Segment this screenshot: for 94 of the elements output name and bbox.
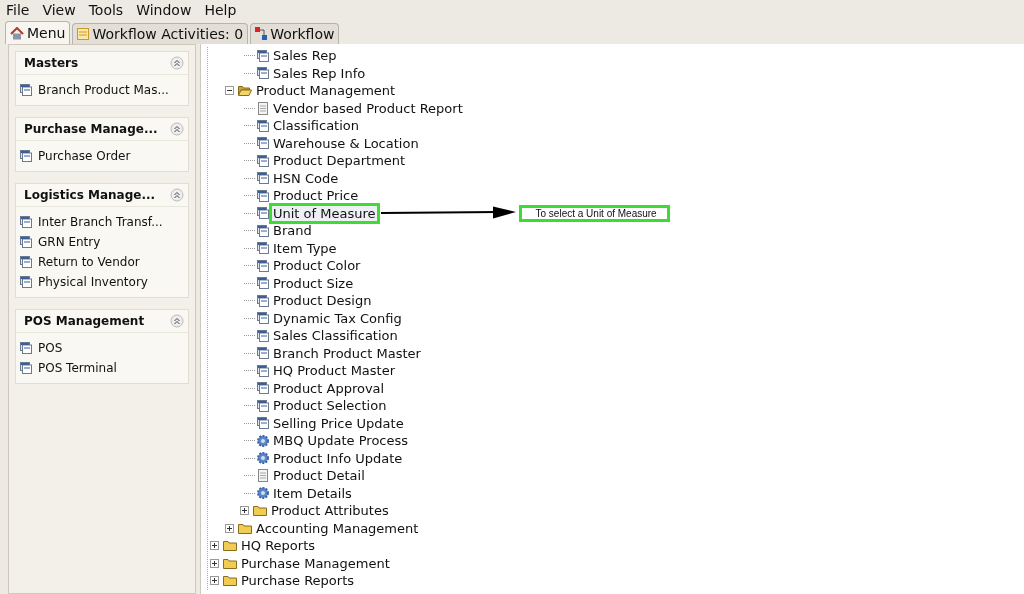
tree-item[interactable]: Branch Product Master — [272, 345, 422, 361]
tree-item[interactable]: Unit of Measure — [272, 205, 377, 221]
tree-item[interactable]: Product Department — [272, 153, 407, 169]
form-icon — [257, 172, 269, 185]
tree-item[interactable]: Product Selection — [272, 398, 388, 414]
tree-item[interactable]: Product Approval — [272, 380, 386, 396]
form-icon — [20, 235, 32, 248]
menu-link[interactable]: Inter Branch Transf... — [38, 214, 163, 229]
home-icon — [10, 26, 24, 40]
tree-item[interactable]: Sales Rep — [272, 48, 338, 64]
tab[interactable]: Workflow — [250, 23, 340, 44]
menu-link[interactable]: Physical Inventory — [38, 274, 148, 289]
form-icon — [257, 347, 269, 360]
tree-item[interactable]: Product Size — [272, 275, 355, 291]
collapse-icon[interactable] — [225, 86, 234, 96]
form-icon — [257, 224, 269, 237]
form-icon — [257, 189, 269, 202]
form-icon — [257, 417, 269, 430]
tree-item[interactable]: Product Management — [255, 83, 397, 99]
menu-link[interactable]: Purchase Order — [38, 148, 131, 163]
tree-item[interactable]: Product Attributes — [270, 503, 390, 519]
form-icon — [257, 67, 269, 80]
form-icon — [257, 119, 269, 132]
tree-item[interactable]: Accounting Management — [255, 520, 420, 536]
document-icon — [257, 469, 269, 483]
callout-note: To select a Unit of Measure — [518, 204, 670, 222]
form-icon — [257, 277, 269, 290]
tree-item[interactable]: Item Details — [272, 485, 353, 501]
menu-link[interactable]: Branch Product Mas... — [38, 82, 169, 97]
section-title: Purchase Manage... — [24, 122, 158, 136]
expand-icon[interactable] — [240, 506, 249, 516]
form-icon — [257, 242, 269, 255]
document-icon — [257, 101, 269, 115]
tree-item[interactable]: HQ Product Master — [272, 363, 397, 379]
form-icon — [257, 137, 269, 150]
tree-item[interactable]: Selling Price Update — [272, 415, 405, 431]
tree-item[interactable]: Product Info Update — [272, 450, 404, 466]
tree-item[interactable]: Brand — [272, 223, 313, 239]
form-icon — [257, 382, 269, 395]
tree-item[interactable]: Product Design — [272, 293, 373, 309]
tree-item[interactable]: Item Type — [272, 240, 338, 256]
gear-icon — [257, 452, 269, 465]
gear-icon — [257, 434, 269, 447]
tree-item[interactable]: Purchase Management — [240, 555, 391, 571]
menu-item[interactable]: File — [6, 1, 30, 18]
tree-item[interactable]: HQ Reports — [240, 538, 316, 554]
expand-icon[interactable] — [210, 541, 219, 551]
menu-link[interactable]: Return to Vendor — [38, 254, 140, 269]
menu-item[interactable]: Tools — [88, 1, 124, 18]
menu-item[interactable]: Help — [204, 1, 237, 18]
tree-item[interactable]: Product Price — [272, 188, 360, 204]
tree-item[interactable]: Sales Rep Info — [272, 65, 367, 81]
tree-item[interactable]: Dynamic Tax Config — [272, 310, 403, 326]
tree-item[interactable]: HSN Code — [272, 170, 340, 186]
expand-icon[interactable] — [210, 558, 219, 568]
form-icon — [257, 207, 269, 220]
expand-icon[interactable] — [210, 576, 219, 586]
form-icon — [257, 154, 269, 167]
section-title: POS Management — [24, 314, 145, 328]
list-icon — [77, 28, 90, 40]
form-icon — [20, 83, 32, 96]
form-icon — [20, 275, 32, 288]
form-icon — [257, 399, 269, 412]
tab[interactable]: Workflow Activities: 0 — [72, 23, 249, 44]
form-icon — [257, 364, 269, 377]
tree-item[interactable]: Vendor based Product Report — [272, 100, 464, 116]
form-icon — [20, 255, 32, 268]
section-title: Logistics Manage... — [24, 188, 156, 202]
section-title: Masters — [24, 56, 79, 70]
form-icon — [257, 259, 269, 272]
menu-link[interactable]: GRN Entry — [38, 234, 101, 249]
expand-icon[interactable] — [225, 523, 234, 533]
form-icon — [20, 215, 32, 228]
menu-link[interactable]: POS — [38, 340, 63, 355]
form-icon — [20, 149, 32, 162]
menu-link[interactable]: POS Terminal — [38, 360, 117, 375]
tree-item[interactable]: Sales Classification — [272, 328, 399, 344]
form-icon — [20, 361, 32, 374]
menu-item[interactable]: View — [42, 1, 76, 18]
gear-icon — [257, 487, 269, 500]
flow-icon — [255, 27, 268, 41]
tree-item[interactable]: Warehouse & Location — [272, 135, 420, 151]
menu-item[interactable]: Window — [136, 1, 192, 18]
form-icon — [257, 312, 269, 325]
tree-item[interactable]: Product Detail — [272, 468, 366, 484]
tree-item[interactable]: Classification — [272, 118, 361, 134]
tab[interactable]: Menu — [5, 21, 71, 44]
tree-item[interactable]: MBQ Update Process — [272, 433, 410, 449]
tree-item[interactable]: Product Color — [272, 258, 362, 274]
tree-item[interactable]: Purchase Reports — [240, 573, 356, 589]
form-icon — [257, 329, 269, 342]
form-icon — [257, 49, 269, 62]
form-icon — [257, 294, 269, 307]
form-icon — [20, 341, 32, 354]
